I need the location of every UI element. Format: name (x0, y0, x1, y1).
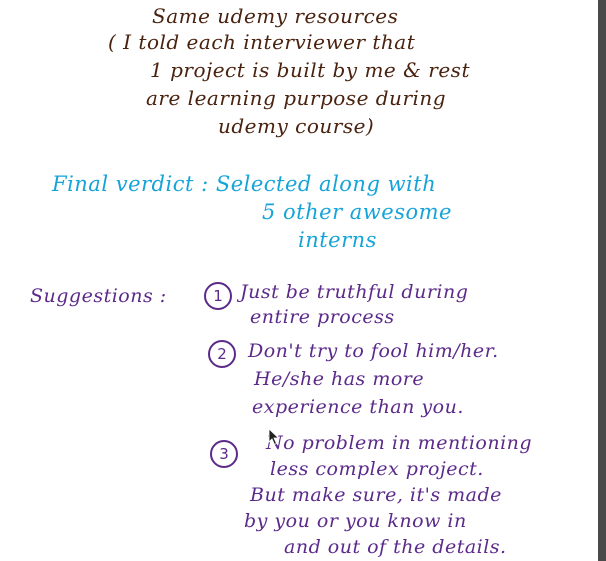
suggestion-3-line-1: No problem in mentioning (266, 432, 533, 454)
resources-line-5: udemy course) (218, 114, 375, 138)
resources-line-1: Same udemy resources (152, 4, 399, 28)
mouse-pointer-icon (268, 428, 280, 450)
suggestions-label: Suggestions : (30, 285, 167, 307)
suggestion-2-line-2: He/she has more (254, 368, 425, 390)
suggestion-2-line-3: experience than you. (252, 396, 464, 418)
suggestion-1-line-1: Just be truthful during (240, 281, 469, 303)
suggestion-number-2: 2 (208, 340, 236, 368)
verdict-line-1: Final verdict : Selected along with (52, 172, 437, 196)
suggestion-3-line-3: But make sure, it's made (250, 484, 502, 506)
verdict-line-2: 5 other awesome (262, 200, 452, 224)
verdict-line-3: interns (298, 228, 377, 252)
suggestion-2-line-1: Don't try to fool him/her. (248, 340, 499, 362)
suggestion-3-line-5: and out of the details. (284, 536, 507, 558)
resources-line-4: are learning purpose during (146, 86, 447, 110)
handwritten-note-page: Same udemy resources ( I told each inter… (0, 0, 606, 561)
resources-line-3: 1 project is built by me & rest (150, 58, 470, 82)
window-edge (598, 0, 606, 561)
suggestion-1-line-2: entire process (250, 306, 395, 328)
resources-line-2: ( I told each interviewer that (108, 30, 416, 54)
suggestion-number-1: 1 (204, 282, 232, 310)
suggestion-3-line-2: less complex project. (270, 458, 484, 480)
suggestion-3-line-4: by you or you know in (244, 510, 467, 532)
suggestion-number-3: 3 (210, 440, 238, 468)
